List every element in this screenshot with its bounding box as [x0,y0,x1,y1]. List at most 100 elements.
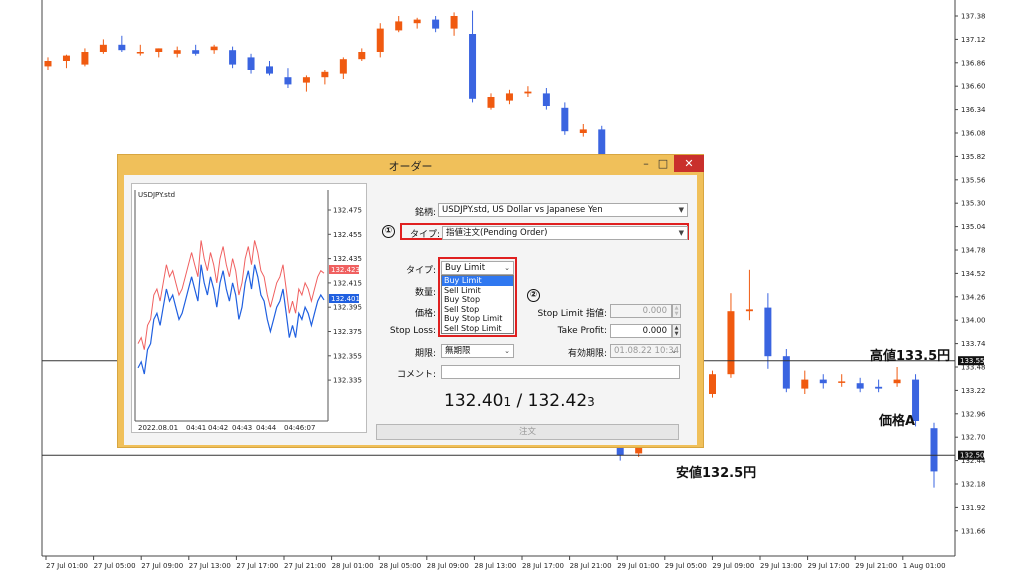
comment-input[interactable] [441,365,680,379]
chevron-down-icon: ⌄ [671,347,677,355]
time-axis-label: 28 Jul 13:00 [474,562,516,570]
tick-chart-price-label: 132.395 [333,304,362,312]
time-axis-label: 1 Aug 01:00 [903,562,946,570]
stop-limit-label: Stop Limit 指値: [537,309,607,319]
type-label: タイプ: [405,266,436,276]
time-axis-label: 29 Jul 21:00 [855,562,897,570]
price-axis-label: 136.08 [961,130,986,138]
expiry-value: 無期限 [445,346,471,356]
time-axis-label: 29 Jul 05:00 [665,562,707,570]
candle-body [321,71,329,78]
candle-body [62,55,70,61]
price-a-annotation: 価格A [879,414,916,429]
expiration-value: 01.08.22 10:34 [614,346,680,356]
bid-price-main: 132.40 [444,391,504,411]
candle-body [136,52,144,54]
tick-chart-time-label: 04:41 [186,424,206,432]
time-axis-label: 28 Jul 05:00 [379,562,421,570]
tick-chart-time-labels: 2022.08.01 04:41 04:42 04:43 04:44 04:46:07 [138,424,315,432]
price-axis-label: 136.86 [961,59,986,67]
minimize-button[interactable]: – [637,155,655,172]
expiration-label: 有効期限: [567,349,607,359]
close-button[interactable]: ✕ [674,155,704,172]
candle-body [727,311,735,375]
price-axis-label: 134.26 [961,293,986,301]
expiry-select[interactable]: 無期限 ⌄ [441,344,514,358]
type-option-buy-limit[interactable]: Buy Limit [442,276,513,286]
price-axis-label: 137.38 [961,13,986,21]
time-axis-label: 27 Jul 01:00 [46,562,88,570]
candle-body [561,107,569,132]
type-select[interactable]: Buy Limit ⌄ [441,261,514,275]
order-dialog: オーダー – □ ✕ USDJPY.std 132.475 132.455 132.… [117,154,704,448]
bid-ask-separator: / [511,391,528,411]
candle-body [542,93,550,106]
type-value: Buy Limit [445,263,486,273]
candle-body [505,93,513,101]
tick-chart-time-label: 2022.08.01 [138,424,178,432]
maximize-button[interactable]: □ [654,155,672,172]
price-axis-label: 131.66 [961,527,986,535]
bid-tick-line [137,264,325,375]
stop-limit-input[interactable]: 0.000 [610,304,672,318]
dialog-titlebar[interactable]: オーダー – □ ✕ [118,155,704,174]
volume-label: 数量: [414,288,436,298]
type-dropdown-list: Buy Limit Sell Limit Buy Stop Sell Stop … [441,275,514,334]
type-option-sell-limit[interactable]: Sell Limit [442,286,513,296]
tick-chart: USDJPY.std 132.475 132.455 132.435 132.415 1… [131,183,367,433]
take-profit-label: Take Profit: [557,326,607,336]
tick-chart-price-label: 132.375 [333,328,362,336]
tick-chart-price-label: 132.475 [333,207,362,215]
symbol-select[interactable]: USDJPY.std, US Dollar vs Japanese Yen ▼ [438,203,688,217]
price-axis-label: 136.34 [961,106,986,114]
candle-body [247,57,255,70]
candle-body [801,379,809,389]
high-annotation: 高値133.5円 [870,349,951,364]
type-option-sell-stop[interactable]: Sell Stop [442,305,513,315]
expiration-select[interactable]: 01.08.22 10:34 ⌄ [610,344,681,358]
price-axis-label: 136.60 [961,83,986,91]
time-axis-label: 29 Jul 13:00 [760,562,802,570]
take-profit-input[interactable]: 0.000 [610,324,672,338]
price-axis-label: 135.30 [961,200,986,208]
candle-body [745,309,753,312]
time-axis-labels: 27 Jul 01:00 27 Jul 05:00 27 Jul 09:00 27 J… [45,556,946,570]
candle-body [838,381,846,383]
tick-chart-price-label: 132.415 [333,279,362,287]
tick-chart-time-label: 04:43 [232,424,252,432]
time-axis-label: 28 Jul 09:00 [427,562,469,570]
stop-loss-label: Stop Loss: [389,326,436,336]
place-order-button[interactable]: 注文 [376,424,679,440]
chevron-down-icon: ⌄ [504,347,510,355]
candle-body [487,97,495,108]
bid-price-last-digit: 1 [503,395,512,409]
tick-chart-price-label: 132.435 [333,255,362,263]
take-profit-stepper[interactable]: ▲ ▼ [672,324,681,338]
ask-price-label: 132.423 [331,266,360,274]
time-axis-label: 27 Jul 13:00 [189,562,231,570]
candle-body [376,28,384,52]
dialog-title: オーダー [388,160,433,173]
time-axis-label: 27 Jul 21:00 [284,562,326,570]
type-option-buy-stop[interactable]: Buy Stop [442,295,513,305]
low-annotation: 安値132.5円 [676,466,757,481]
tick-chart-time-label: 04:42 [208,424,228,432]
tick-chart-price-label: 132.335 [333,377,362,385]
candle-body [358,52,366,60]
candle-body [229,50,237,65]
price-axis-label: 135.56 [961,176,986,184]
low-line-price-label: 132.50 [960,452,985,460]
type-option-buy-stop-limit[interactable]: Buy Stop Limit [442,314,513,324]
stop-limit-stepper[interactable]: ▲ ▼ [672,304,681,318]
candle-body [764,307,772,357]
type-option-sell-stop-limit[interactable]: Sell Stop Limit [442,324,513,334]
high-line-price-label: 133.55 [960,357,985,365]
candle-body [930,428,938,472]
time-axis-label: 27 Jul 05:00 [94,562,136,570]
tick-chart-symbol: USDJPY.std [138,191,175,199]
price-axis-label: 134.00 [961,317,986,325]
tick-chart-time-label: 04:46:07 [284,424,315,432]
candle-body [893,379,901,384]
order-type-select[interactable]: 指値注文(Pending Order) ▼ [442,226,688,240]
price-axis-label: 137.12 [961,36,986,44]
